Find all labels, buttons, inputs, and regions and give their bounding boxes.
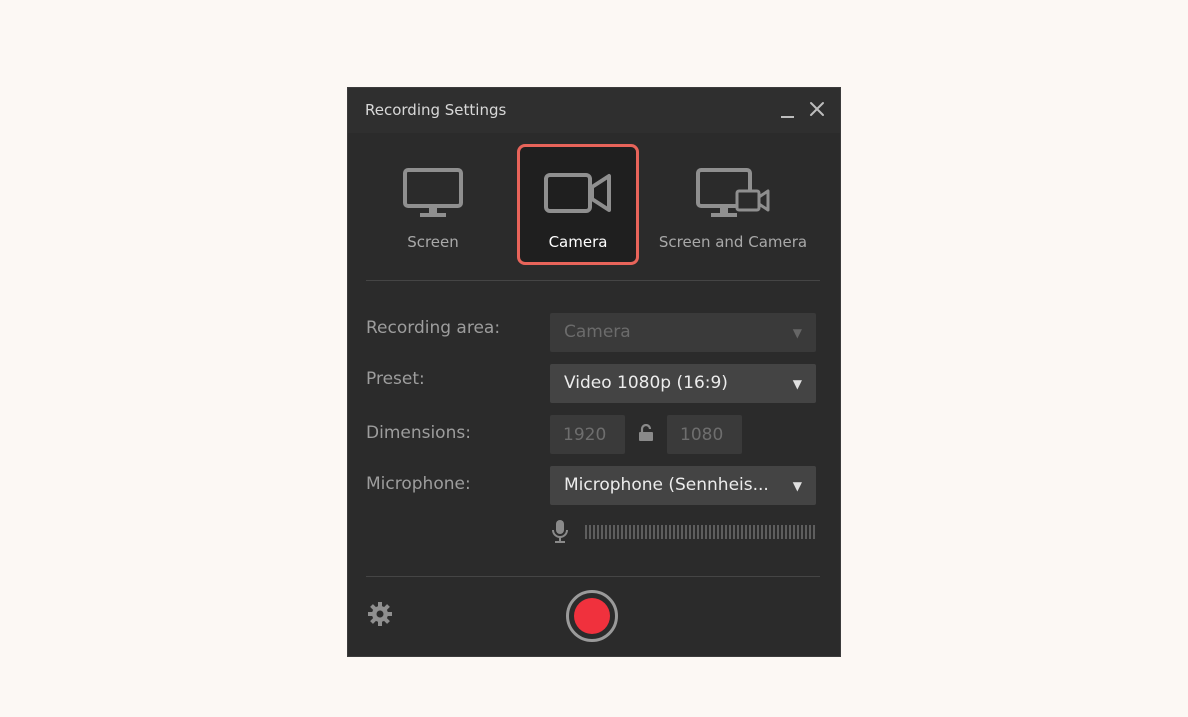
mode-camera-button[interactable]: Camera xyxy=(517,144,639,265)
mode-label: Camera xyxy=(548,233,608,251)
chevron-down-icon: ▼ xyxy=(792,326,802,340)
mode-screen-button[interactable]: Screen xyxy=(383,143,483,267)
close-icon[interactable] xyxy=(808,100,826,118)
microphone-icon xyxy=(552,519,568,549)
dimensions-label: Dimensions: xyxy=(366,423,471,443)
monitor-camera-icon xyxy=(696,168,770,217)
height-input[interactable] xyxy=(667,415,742,454)
minimize-icon[interactable] xyxy=(778,98,798,122)
preset-value: Video 1080p (16:9) xyxy=(564,373,728,393)
mode-label: Screen and Camera xyxy=(658,233,808,251)
record-icon xyxy=(574,598,610,634)
monitor-icon xyxy=(403,168,463,217)
recording-area-label: Recording area: xyxy=(366,318,501,338)
mode-screen-and-camera-button[interactable]: Screen and Camera xyxy=(653,143,813,267)
divider xyxy=(366,280,820,281)
video-camera-icon xyxy=(544,173,611,213)
chevron-down-icon: ▼ xyxy=(792,377,802,391)
chevron-down-icon: ▼ xyxy=(792,479,802,493)
microphone-label: Microphone: xyxy=(366,474,471,494)
microphone-value: Microphone (Sennheis... xyxy=(564,475,769,495)
recording-settings-window: Recording Settings Screen Camera Screen … xyxy=(347,87,841,657)
title-bar: Recording Settings xyxy=(348,88,840,133)
recording-area-select: Camera ▼ xyxy=(550,313,816,352)
record-button[interactable] xyxy=(566,590,618,642)
preset-select[interactable]: Video 1080p (16:9) ▼ xyxy=(550,364,816,403)
microphone-level-meter xyxy=(585,525,816,539)
divider xyxy=(366,576,820,577)
unlock-icon[interactable] xyxy=(638,423,654,446)
gear-icon[interactable] xyxy=(367,601,393,631)
recording-area-value: Camera xyxy=(564,322,631,342)
microphone-select[interactable]: Microphone (Sennheis... ▼ xyxy=(550,466,816,505)
width-input[interactable] xyxy=(550,415,625,454)
window-title: Recording Settings xyxy=(365,101,507,119)
preset-label: Preset: xyxy=(366,369,425,389)
mode-label: Screen xyxy=(407,233,459,251)
